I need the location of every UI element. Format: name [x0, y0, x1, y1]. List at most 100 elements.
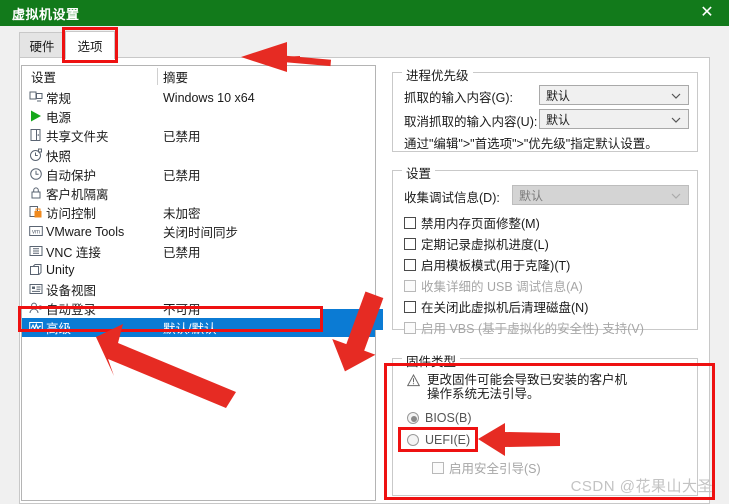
warning-triangle-icon: [406, 373, 421, 387]
list-item-label: 自动登录: [46, 303, 97, 318]
list-item[interactable]: 自动保护 已禁用: [22, 165, 375, 184]
checkbox-label: 收集详细的 USB 调试信息(A): [421, 280, 583, 294]
radio-uefi-indicator: [407, 434, 419, 446]
list-item[interactable]: 访问控制 未加密: [22, 203, 375, 222]
list-item-summary: 已禁用: [163, 245, 201, 260]
list-item-label: 快照: [46, 149, 72, 164]
list-item[interactable]: 常规 Windows 10 x64: [22, 88, 375, 107]
settings-group: 设置 收集调试信息(D): 默认 禁用内存页面修整(M) 定期记录虚拟机进度(L)…: [392, 163, 698, 336]
unity-icon: [29, 263, 43, 277]
list-item-label: Unity: [46, 263, 75, 278]
checkbox-label: 在关闭此虚拟机后清理磁盘(N): [421, 301, 589, 315]
list-item-label: 高级: [46, 322, 72, 337]
tab-options[interactable]: 选项: [65, 31, 115, 59]
chevron-down-icon: [671, 114, 681, 124]
settings-checkbox[interactable]: 启用模板模式(用于克隆)(T): [404, 255, 570, 274]
list-item[interactable]: 客户机隔离: [22, 184, 375, 203]
tab-hardware-label: 硬件: [29, 40, 55, 54]
settings-checkbox[interactable]: 定期记录虚拟机进度(L): [404, 234, 549, 253]
secure-boot-checkbox: 启用安全引导(S): [432, 458, 541, 477]
firmware-warning-line1: 更改固件可能会导致已安装的客户机: [427, 373, 628, 387]
shared-folder-icon: [29, 128, 43, 142]
list-item-label: 客户机隔离: [46, 188, 109, 202]
priority-note: 通过"编辑">"首选项">"优先级"指定默认设置。: [404, 137, 658, 151]
list-item[interactable]: 自动登录 不可用: [22, 299, 375, 318]
advanced-icon: [29, 320, 43, 334]
access-lock-icon: [29, 205, 43, 219]
grab-input-label: 抓取的输入内容(G):: [404, 91, 514, 105]
settings-checkbox[interactable]: 在关闭此虚拟机后清理磁盘(N): [404, 297, 588, 316]
list-item[interactable]: 电源: [22, 107, 375, 126]
list-item[interactable]: 快照: [22, 146, 375, 165]
debug-info-dropdown: 默认: [512, 185, 689, 205]
settings-checkbox[interactable]: 禁用内存页面修整(M): [404, 213, 540, 232]
ungrab-input-dropdown[interactable]: 默认: [539, 109, 689, 129]
column-separator: [157, 68, 158, 85]
settings-list[interactable]: 设置 摘要 常规 Windows 10 x64 电源 共享文件夹 已禁用 快照 自动保护 已禁…: [21, 65, 376, 501]
radio-bios-indicator: [407, 412, 419, 424]
autologon-icon: [29, 301, 43, 315]
firmware-warning-line2: 操作系统无法引导。: [427, 387, 540, 401]
secure-boot-label: 启用安全引导(S): [449, 462, 541, 476]
vmware-tools-icon: vm: [29, 224, 43, 238]
options-detail-panel: 进程优先级 抓取的输入内容(G): 默认 取消抓取的输入内容(U): 默认 通过…: [386, 62, 704, 502]
checkbox-box: [404, 258, 416, 271]
tab-hardware[interactable]: 硬件: [19, 32, 65, 58]
list-item[interactable]: 共享文件夹 已禁用: [22, 126, 375, 145]
firmware-radio-uefi[interactable]: UEFI(E): [407, 433, 470, 447]
debug-info-row: 收集调试信息(D):: [404, 187, 500, 206]
ungrab-input-row: 取消抓取的输入内容(U):: [404, 111, 537, 130]
ungrab-input-label: 取消抓取的输入内容(U):: [404, 115, 538, 129]
device-view-icon: [29, 282, 43, 296]
checkbox-label: 启用模板模式(用于克隆)(T): [421, 259, 571, 273]
list-item-summary: 未加密: [163, 207, 201, 222]
lock-icon: [29, 186, 43, 200]
radio-uefi-label: UEFI(E): [425, 433, 471, 447]
autoprotect-icon: [29, 167, 43, 181]
vnc-icon: [29, 244, 43, 258]
debug-info-label: 收集调试信息(D):: [404, 191, 500, 205]
list-item[interactable]: Unity: [22, 261, 375, 280]
settings-checkbox: 启用 VBS (基于虚拟化的安全性) 支持(V): [404, 318, 644, 337]
list-item-summary: 不可用: [163, 303, 201, 318]
checkbox-box: [404, 300, 416, 313]
list-item-label: 共享文件夹: [46, 130, 109, 145]
list-item-label: 常规: [46, 92, 72, 106]
list-item[interactable]: 高级 默认/默认: [22, 318, 375, 338]
snapshot-icon: [29, 148, 43, 162]
tab-strip: 硬件 选项: [0, 26, 729, 59]
close-icon[interactable]: ✕: [685, 0, 729, 26]
list-item-summary: 默认/默认: [163, 322, 217, 337]
list-item-summary: 关闭时间同步: [163, 226, 239, 241]
firmware-radio-bios[interactable]: BIOS(B): [407, 411, 472, 425]
checkbox-box: [404, 237, 416, 250]
list-item-label: 自动保护: [46, 168, 97, 183]
svg-text:vm: vm: [32, 230, 40, 236]
process-priority-group: 进程优先级 抓取的输入内容(G): 默认 取消抓取的输入内容(U): 默认 通过…: [392, 65, 698, 152]
list-item-label: 电源: [46, 111, 72, 126]
window-title: 虚拟机设置: [12, 6, 80, 22]
list-item-label: VNC 连接: [46, 245, 101, 260]
list-item-label: VMware Tools: [46, 224, 125, 239]
list-item[interactable]: 设备视图: [22, 280, 375, 299]
settings-checkbox: 收集详细的 USB 调试信息(A): [404, 276, 583, 295]
secure-boot-box: [432, 461, 444, 474]
monitor-icon: [29, 90, 43, 104]
power-play-icon: [29, 109, 43, 123]
column-header-summary: 摘要: [163, 71, 189, 85]
column-header-settings: 设置: [31, 71, 57, 85]
chevron-down-icon: [671, 90, 681, 100]
firmware-type-title: 固件类型: [402, 351, 461, 370]
list-item[interactable]: vm VMware Tools 关闭时间同步: [22, 222, 375, 241]
settings-group-title: 设置: [402, 163, 436, 182]
list-item-summary: 已禁用: [163, 130, 201, 145]
tab-options-label: 选项: [77, 40, 103, 54]
list-item[interactable]: VNC 连接 已禁用: [22, 242, 375, 261]
settings-list-header: 设置 摘要: [22, 66, 375, 87]
checkbox-label: 禁用内存页面修整(M): [421, 217, 540, 231]
checkbox-label: 启用 VBS (基于虚拟化的安全性) 支持(V): [421, 322, 644, 336]
grab-input-dropdown[interactable]: 默认: [539, 85, 689, 105]
checkbox-label: 定期记录虚拟机进度(L): [421, 238, 549, 252]
list-item-summary: Windows 10 x64: [163, 90, 255, 105]
debug-info-value: 默认: [519, 188, 544, 203]
